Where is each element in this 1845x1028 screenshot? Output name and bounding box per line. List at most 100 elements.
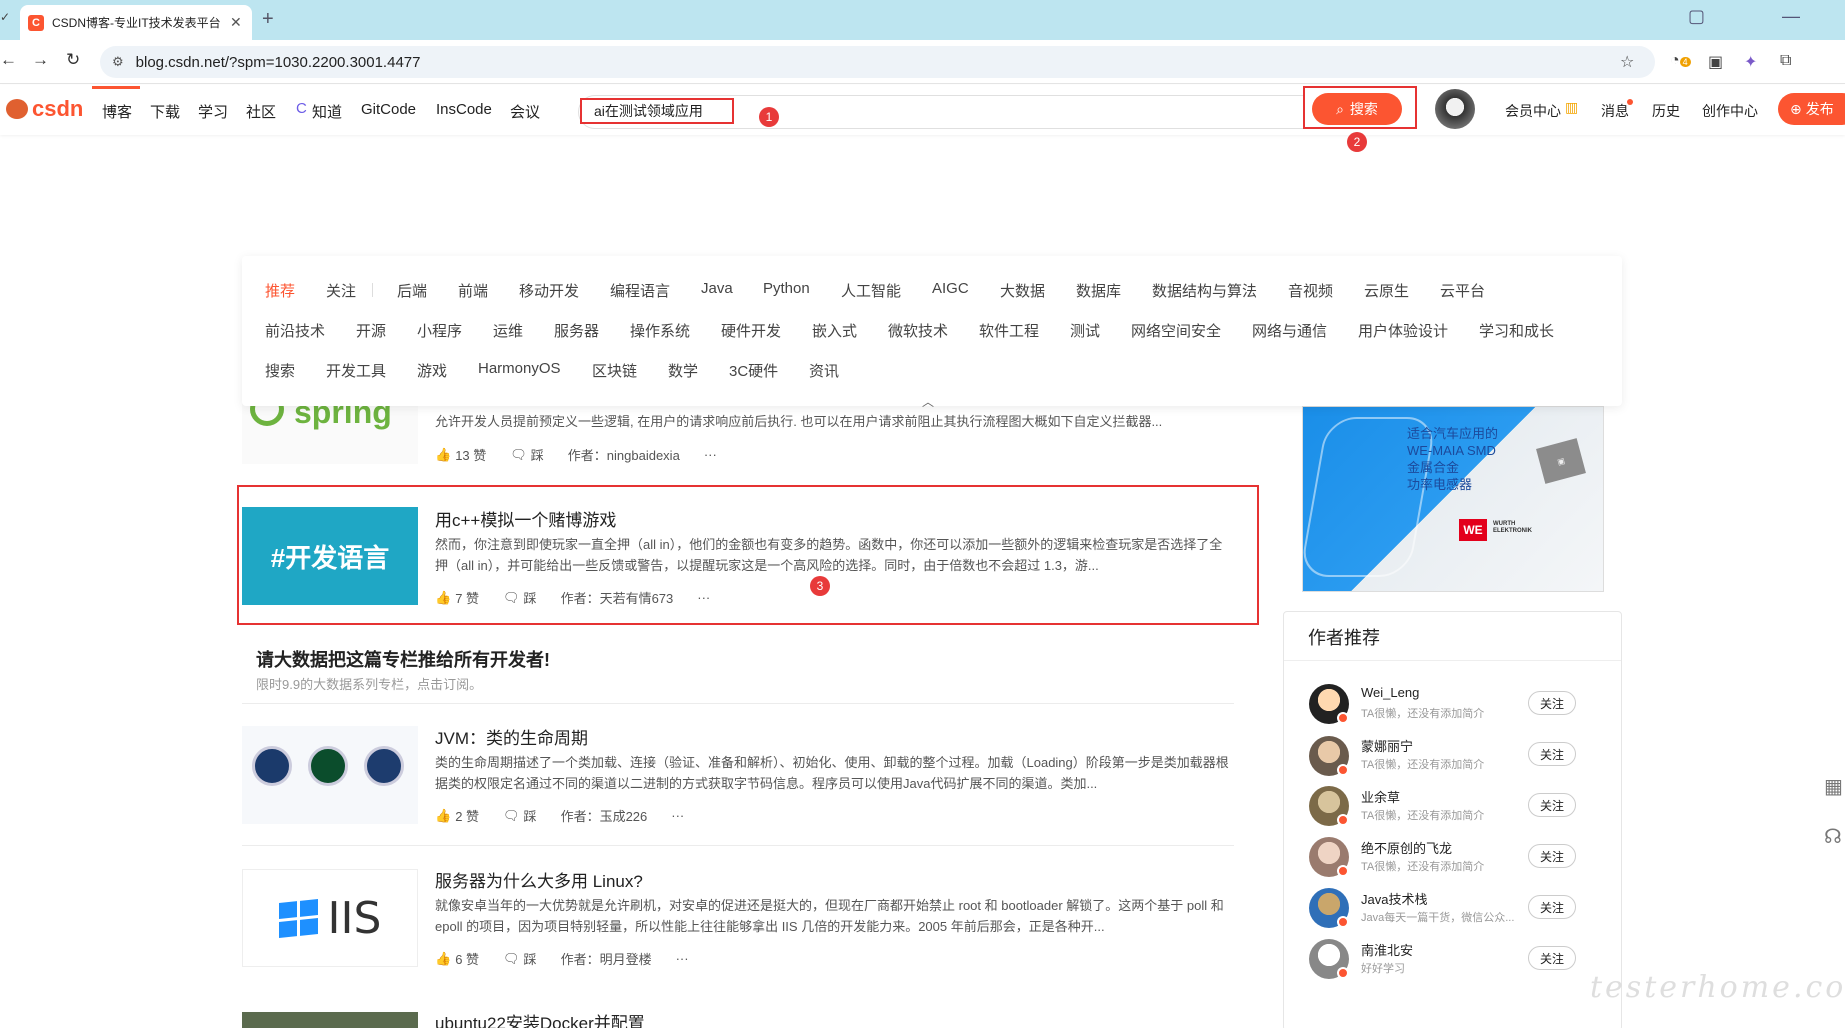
extension-icon[interactable]: ✦	[1744, 52, 1757, 72]
category-item[interactable]: 编程语言	[610, 280, 670, 301]
category-item[interactable]: Java	[701, 280, 733, 297]
category-item[interactable]: 前端	[458, 280, 488, 301]
article-description[interactable]: 就像安卓当年的一大优势就是允许刷机，对安卓的促进还是挺大的，但现在厂商都开始禁止…	[435, 895, 1230, 937]
chevron-up-icon[interactable]: ︿	[922, 393, 934, 410]
vip-center-link[interactable]: 会员中心	[1505, 101, 1561, 121]
category-item[interactable]: 大数据	[1000, 280, 1045, 301]
author-name[interactable]: 绝不原创的飞龙	[1361, 838, 1452, 857]
dislike-button[interactable]: 🗨 踩	[503, 588, 537, 607]
csdn-logo[interactable]: csdn	[6, 96, 83, 122]
address-bar[interactable]: ⚙ blog.csdn.net/?spm=1030.2200.3001.4477	[100, 46, 1655, 78]
category-item[interactable]: 测试	[1070, 320, 1100, 341]
customer-service-icon[interactable]: ☊	[1824, 824, 1842, 849]
nav-meeting[interactable]: 会议	[510, 101, 540, 122]
new-tab-icon[interactable]: +	[262, 8, 274, 31]
category-item[interactable]: 云原生	[1364, 280, 1409, 301]
forward-icon[interactable]: →	[32, 50, 49, 70]
author-name[interactable]: 业余草	[1361, 787, 1400, 806]
category-item[interactable]: 移动开发	[519, 280, 579, 301]
category-item[interactable]: 搜索	[265, 360, 295, 381]
promo-title[interactable]: 请大数据把这篇专栏推给所有开发者!	[256, 646, 550, 672]
extension-icon[interactable]: ▣	[1708, 52, 1723, 72]
nav-download[interactable]: 下载	[150, 101, 180, 122]
author-name[interactable]: 蒙娜丽宁	[1361, 736, 1413, 755]
category-item[interactable]: 资讯	[809, 360, 839, 381]
category-item[interactable]: 学习和成长	[1479, 320, 1554, 341]
category-item[interactable]: 开源	[356, 320, 386, 341]
nav-gitcode[interactable]: GitCode	[361, 101, 416, 118]
category-item[interactable]: 开发工具	[326, 360, 386, 381]
extensions-puzzle-icon[interactable]: ⧉	[1780, 52, 1791, 70]
author-name[interactable]: Java技术栈	[1361, 889, 1427, 908]
category-item[interactable]: 微软技术	[888, 320, 948, 341]
sidebar-ad[interactable]: 适合汽车应用的 WE-MAIA SMD 金属合金 功率电感器 ▣ WE WURT…	[1302, 406, 1604, 592]
author-name[interactable]: 南淮北安	[1361, 940, 1413, 959]
tab-close-icon[interactable]: ✕	[230, 14, 242, 31]
category-item[interactable]: AIGC	[932, 280, 969, 297]
follow-button[interactable]: 关注	[1528, 691, 1576, 715]
article-thumbnail[interactable]	[242, 726, 418, 824]
tab-search-icon[interactable]: ✓	[0, 10, 10, 24]
category-item[interactable]: 网络与通信	[1252, 320, 1327, 341]
category-item[interactable]: 软件工程	[979, 320, 1039, 341]
more-icon[interactable]: ···	[704, 447, 717, 462]
category-item[interactable]: 数据结构与算法	[1152, 280, 1257, 301]
browser-tab-csdn[interactable]: C CSDN博客-专业IT技术发表平台 ✕	[20, 5, 252, 40]
back-icon[interactable]: ←	[0, 50, 17, 70]
nav-zhidao[interactable]: 知道	[312, 101, 342, 122]
like-button[interactable]: 👍 13 赞	[435, 445, 486, 464]
dislike-button[interactable]: 🗨 踩	[503, 949, 537, 968]
like-button[interactable]: 👍 7 赞	[435, 588, 479, 607]
category-item[interactable]: 3C硬件	[729, 360, 778, 381]
publish-button[interactable]: ⊕ 发布	[1778, 93, 1845, 125]
bookmark-star-icon[interactable]: ☆	[1620, 52, 1634, 72]
category-item[interactable]: 云平台	[1440, 280, 1485, 301]
like-button[interactable]: 👍 6 赞	[435, 949, 479, 968]
category-recommend[interactable]: 推荐	[265, 280, 295, 301]
article-description[interactable]: 允许开发人员提前预定义一些逻辑, 在用户的请求响应前后执行. 也可以在用户请求前…	[435, 411, 1230, 432]
article-title[interactable]: ubuntu22安装Docker并配置	[435, 1009, 645, 1028]
article-title[interactable]: JVM：类的生命周期	[435, 724, 588, 749]
article-author[interactable]: 作者：ningbaidexia	[568, 445, 680, 464]
reload-icon[interactable]: ↻	[66, 50, 80, 70]
category-item[interactable]: HarmonyOS	[478, 360, 561, 377]
more-icon[interactable]: ···	[697, 590, 710, 605]
promo-subtitle[interactable]: 限时9.9的大数据系列专栏，点击订阅。	[256, 674, 482, 693]
article-author[interactable]: 作者：玉成226	[561, 806, 648, 825]
category-item[interactable]: 游戏	[417, 360, 447, 381]
category-item[interactable]: 服务器	[554, 320, 599, 341]
dislike-button[interactable]: 🗨 踩	[503, 806, 537, 825]
follow-button[interactable]: 关注	[1528, 946, 1576, 970]
follow-button[interactable]: 关注	[1528, 895, 1576, 919]
more-icon[interactable]: ···	[676, 951, 689, 966]
user-avatar[interactable]	[1435, 89, 1475, 129]
category-item[interactable]: 前沿技术	[265, 320, 325, 341]
follow-button[interactable]: 关注	[1528, 742, 1576, 766]
author-name[interactable]: Wei_Leng	[1361, 685, 1419, 700]
article-description[interactable]: 然而，你注意到即使玩家一直全押（all in），他们的金额也有变多的趋势。函数中…	[435, 534, 1230, 576]
search-input[interactable]	[580, 98, 734, 124]
category-item[interactable]: 硬件开发	[721, 320, 781, 341]
category-item[interactable]: 数学	[668, 360, 698, 381]
category-item[interactable]: 音视频	[1288, 280, 1333, 301]
article-title[interactable]: 服务器为什么大多用 Linux?	[435, 867, 643, 892]
category-follow[interactable]: 关注	[326, 280, 356, 301]
category-item[interactable]: 数据库	[1076, 280, 1121, 301]
history-link[interactable]: 历史	[1652, 101, 1680, 121]
category-item[interactable]: 操作系统	[630, 320, 690, 341]
category-item[interactable]: 网络空间安全	[1131, 320, 1221, 341]
article-author[interactable]: 作者：明月登楼	[561, 949, 652, 968]
qrcode-icon[interactable]: ▦	[1824, 774, 1843, 799]
extension-icon[interactable]: ◔ 4	[1670, 52, 1691, 70]
nav-inscode[interactable]: InsCode	[436, 101, 492, 118]
nav-blog[interactable]: 博客	[102, 101, 132, 122]
article-thumbnail[interactable]	[242, 1012, 418, 1028]
article-thumbnail[interactable]: IIS	[242, 869, 418, 967]
creator-center-link[interactable]: 创作中心	[1702, 101, 1758, 121]
more-icon[interactable]: ···	[671, 808, 684, 823]
site-info-icon[interactable]: ⚙	[112, 54, 124, 70]
category-item[interactable]: 运维	[493, 320, 523, 341]
category-item[interactable]: 区块链	[592, 360, 637, 381]
follow-button[interactable]: 关注	[1528, 793, 1576, 817]
article-thumbnail[interactable]: #开发语言	[242, 507, 418, 605]
